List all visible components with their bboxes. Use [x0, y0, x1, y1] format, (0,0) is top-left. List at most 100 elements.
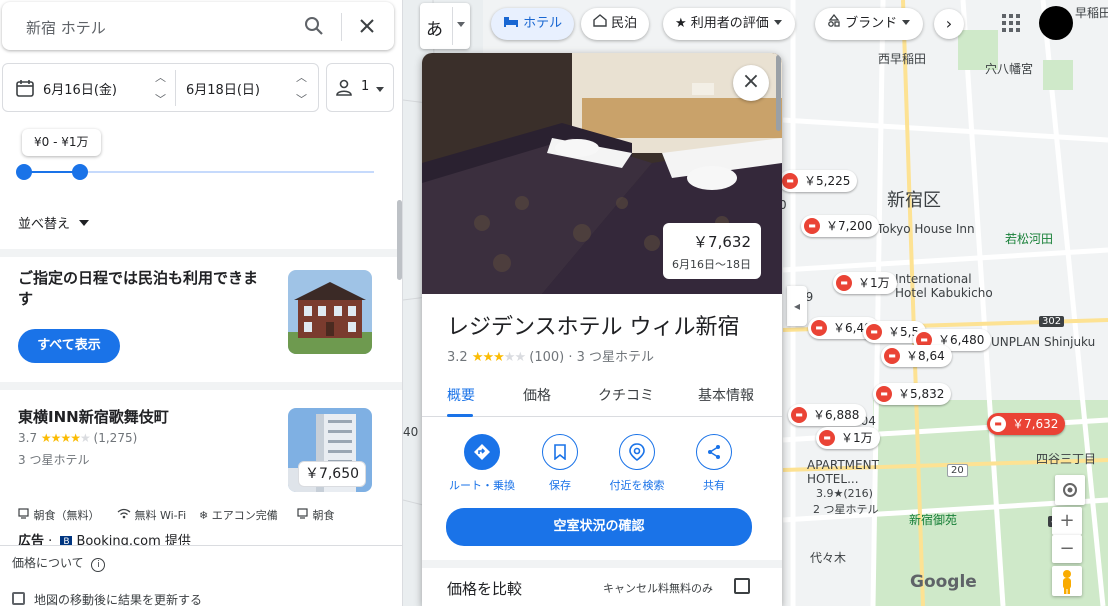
wifi-icon — [117, 508, 135, 522]
checkin-date[interactable]: 6月16日(金) — [43, 79, 117, 98]
language-button[interactable]: あ — [420, 3, 470, 49]
apps-icon[interactable] — [1002, 14, 1020, 36]
chip-hotel[interactable]: ホテル — [491, 8, 575, 40]
panel-rating-stars: ★★★★★ — [471, 350, 526, 365]
checkin-up-icon[interactable]: ︿ — [155, 69, 166, 85]
info-icon[interactable]: i — [91, 558, 106, 572]
road-302: 302 — [1039, 316, 1065, 327]
chip-vacation-rental[interactable]: 民泊 — [581, 8, 650, 40]
price-slider-min-handle[interactable] — [16, 164, 32, 180]
panel-rating-value: 3.2 — [447, 350, 468, 365]
stars-filled: ★★★★ — [40, 431, 81, 445]
share-icon — [696, 434, 732, 470]
search-box[interactable]: 新宿 ホテル — [2, 2, 394, 50]
panel-price-tag: ￥7,632 6月16日〜18日 — [663, 223, 761, 279]
map-label-anahachiman: 穴八幡宮 — [985, 62, 1034, 76]
breakfast-icon — [18, 508, 34, 522]
date-picker[interactable]: 6月16日(金) ︿ ﹀ 6月18日(日) ︿ ﹀ — [2, 63, 319, 112]
close-icon[interactable] — [355, 14, 379, 38]
tab-overview[interactable]: 概要 — [447, 385, 475, 405]
panel-price-dates: 6月16日〜18日 — [672, 258, 751, 271]
bed-icon: ▬ — [884, 348, 900, 364]
zoom-out-button[interactable]: − — [1052, 535, 1082, 563]
map-label-apartment-class: 2 つ星ホテル — [813, 503, 879, 516]
map-partial-label: 40 — [403, 425, 419, 439]
promo-house-image[interactable] — [288, 270, 372, 354]
panel-price: ￥7,632 — [693, 233, 751, 251]
nearby-button[interactable]: 付近を検索 — [602, 434, 672, 493]
close-panel-icon[interactable]: × — [733, 65, 769, 101]
pegman-icon[interactable] — [1052, 566, 1082, 596]
checkin-down-icon[interactable]: ﹀ — [155, 91, 166, 107]
my-location-icon[interactable] — [1055, 475, 1085, 505]
google-logo: Google — [910, 572, 977, 592]
app: 新宿 ホテル 6月16日(金) ︿ ﹀ 6月18日(日) ︿ ﹀ 1 ¥0 - … — [0, 0, 1108, 606]
tab-prices[interactable]: 価格 — [523, 385, 551, 405]
panel-review-count[interactable]: (100) — [529, 350, 564, 365]
panel-title: レジデンスホテル ウィル新宿 — [447, 315, 740, 340]
amenity-breakfast-free: 朝食（無料） — [18, 507, 100, 523]
chip-user-rating[interactable]: ★ 利用者の評価 — [663, 8, 795, 40]
checkout-down-icon[interactable]: ﹀ — [296, 91, 307, 107]
chip-brand[interactable]: ブランド — [815, 8, 924, 40]
bed-icon: ▬ — [811, 320, 827, 336]
map-label-nishiwaseda: 西早稲田 — [878, 52, 927, 66]
hotel-marker[interactable]: ▬ ￥6,888 — [788, 404, 867, 426]
results-scrollbar[interactable] — [397, 200, 402, 280]
sort-caret-icon — [79, 220, 90, 226]
map-label-wakamatsu: 若松河田 — [1005, 232, 1054, 246]
hotel-marker-selected[interactable]: ▬ ￥7,632 — [987, 413, 1066, 435]
directions-button[interactable]: ルート・乗換 — [447, 434, 517, 493]
search-input[interactable]: 新宿 ホテル — [26, 17, 106, 38]
map-refresh-label: 地図の移動後に結果を更新する — [34, 593, 203, 606]
guest-count: 1 — [361, 79, 370, 94]
share-button[interactable]: 共有 — [679, 434, 749, 493]
check-availability-button[interactable]: 空室状況の確認 — [446, 508, 752, 546]
map-label-shinjuku-ward: 新宿区 — [887, 190, 941, 211]
hotel-marker[interactable]: ▬ ￥5,832 — [873, 383, 952, 405]
promo-title: ご指定の日程では民泊も利用できます — [18, 269, 259, 308]
price-note[interactable]: 価格について i — [12, 554, 106, 572]
nearby-icon — [619, 434, 655, 470]
section-divider — [0, 382, 402, 390]
account-avatar[interactable] — [1039, 6, 1073, 40]
save-button[interactable]: 保存 — [525, 434, 595, 493]
checkout-date[interactable]: 6月18日(日) — [186, 79, 260, 98]
hotel-card-name[interactable]: 東横INN新宿歌舞伎町 — [18, 406, 169, 427]
map-label-yoyogi: 代々木 — [810, 551, 847, 565]
panel-class: · 3 つ星ホテル — [568, 350, 655, 365]
bed-icon: ▬ — [876, 386, 892, 402]
checkout-up-icon[interactable]: ︿ — [296, 69, 307, 85]
bed-icon: ▬ — [866, 324, 882, 340]
tab-reviews[interactable]: クチコミ — [598, 385, 654, 405]
tab-about[interactable]: 基本情報 — [698, 385, 754, 405]
hotel-marker[interactable]: ▬ ￥1万 — [833, 272, 897, 294]
hotel-marker[interactable]: ▬ ￥1万 — [816, 427, 880, 449]
house-icon — [593, 14, 611, 31]
amenity-wifi: 無料 Wi-Fi — [117, 507, 186, 523]
hotel-marker[interactable]: ▬ ￥5,225 — [779, 170, 858, 192]
bed-icon: ▬ — [836, 275, 852, 291]
map-label-yotsuya: 四谷三丁目 — [1036, 452, 1097, 466]
search-icon[interactable] — [302, 14, 326, 38]
panel-divider — [422, 560, 782, 568]
hotel-marker[interactable]: ▬ ￥7,200 — [801, 215, 880, 237]
chip-caret-icon — [902, 20, 911, 25]
panel-scrollbar[interactable] — [776, 55, 781, 131]
hotel-marker[interactable]: ▬ ￥8,64 — [881, 345, 952, 367]
show-all-button[interactable]: すべて表示 — [18, 329, 120, 363]
map-label-waseda: 早稲田 — [1075, 6, 1108, 20]
snowflake-icon: ❄ — [199, 509, 209, 522]
free-cancel-checkbox[interactable] — [734, 578, 750, 594]
hotel-card-price: ￥7,650 — [298, 461, 366, 487]
collapse-panel-icon[interactable]: ◂ — [787, 286, 807, 326]
language-caret-icon — [457, 22, 465, 27]
chips-next-icon[interactable]: › — [934, 9, 964, 39]
sort-dropdown[interactable]: 並べ替え — [18, 213, 90, 232]
map-refresh-checkbox[interactable] — [12, 592, 25, 605]
bed-icon: ▬ — [804, 218, 820, 234]
guest-selector[interactable]: 1 — [326, 63, 394, 112]
zoom-in-button[interactable]: + — [1052, 507, 1082, 535]
price-slider-max-handle[interactable] — [72, 164, 88, 180]
tab-indicator — [447, 414, 473, 417]
